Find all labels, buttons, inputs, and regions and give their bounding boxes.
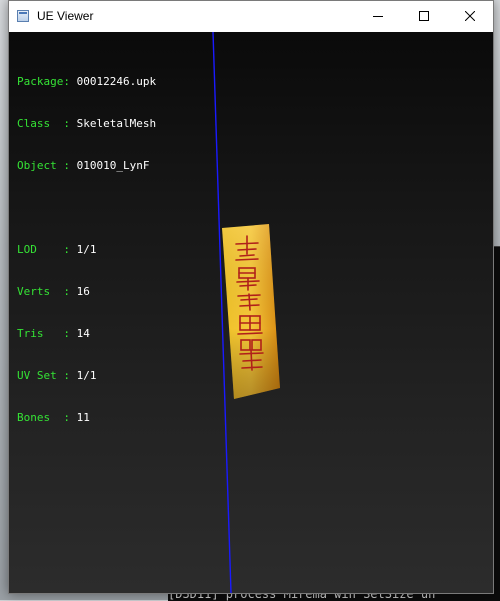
info-tris-row: Tris : 14 (17, 327, 156, 341)
mesh-info-panel: Package: 00012246.upk Class : SkeletalMe… (17, 47, 156, 453)
info-class-value: SkeletalMesh (76, 117, 157, 130)
info-object-row: Object : 010010_LynF (17, 159, 156, 173)
info-class-row: Class : SkeletalMesh (17, 117, 156, 131)
info-separator: : (63, 243, 77, 256)
info-separator: : (63, 411, 77, 424)
info-tris-label: Tris (17, 327, 64, 340)
minimize-button[interactable] (355, 1, 401, 31)
maximize-button[interactable] (401, 1, 447, 31)
info-tris-value: 14 (76, 327, 90, 340)
info-verts-value: 16 (76, 285, 90, 298)
ue-viewer-window: UE Viewer Package: 00012246.upk Class: … (8, 0, 494, 594)
info-spacer (17, 201, 156, 215)
window-title: UE Viewer (37, 9, 94, 23)
talisman-mesh (222, 224, 280, 399)
maximize-icon (419, 11, 429, 21)
info-package-value: 00012246.upk (76, 75, 157, 88)
info-uvset-value: 1/1 (76, 369, 97, 382)
info-separator: : (63, 159, 77, 172)
title-bar[interactable]: UE Viewer (9, 1, 493, 31)
info-bones-label: Bones (17, 411, 64, 424)
info-separator: : (63, 369, 77, 382)
3d-viewport[interactable]: Package: 00012246.upk Class : SkeletalMe… (9, 32, 493, 593)
close-button[interactable] (447, 1, 493, 31)
info-verts-label: Verts (17, 285, 64, 298)
info-lod-row: LOD : 1/1 (17, 243, 156, 257)
info-bones-value: 11 (76, 411, 90, 424)
info-verts-row: Verts : 16 (17, 285, 156, 299)
info-object-label: Object (17, 159, 64, 172)
info-lod-value: 1/1 (76, 243, 97, 256)
info-package-row: Package: 00012246.upk (17, 75, 156, 89)
info-uvset-row: UV Set : 1/1 (17, 369, 156, 383)
info-separator: : (63, 75, 77, 88)
info-object-value: 010010_LynF (76, 159, 150, 172)
minimize-icon (373, 16, 383, 17)
info-lod-label: LOD (17, 243, 64, 256)
info-separator: : (63, 327, 77, 340)
info-package-label: Package (17, 75, 64, 88)
info-uvset-label: UV Set (17, 369, 64, 382)
info-bones-row: Bones : 11 (17, 411, 156, 425)
close-icon (465, 11, 475, 21)
info-separator: : (63, 117, 77, 130)
window-controls (355, 1, 493, 31)
app-window-icon (17, 10, 29, 22)
info-class-label: Class (17, 117, 64, 130)
info-separator: : (63, 285, 77, 298)
